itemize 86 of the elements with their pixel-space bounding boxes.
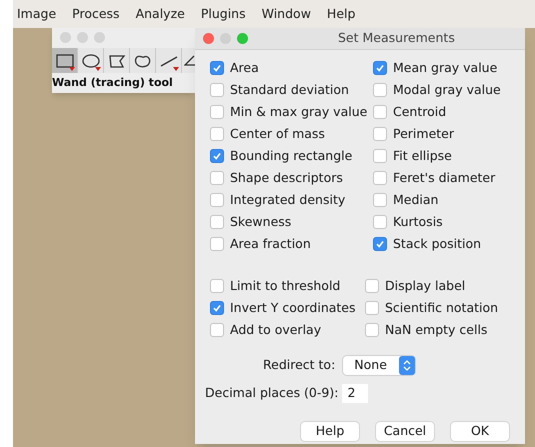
checkbox[interactable]	[210, 61, 224, 75]
menu-item[interactable]: Image	[17, 4, 56, 24]
checkbox-label: Limit to threshold	[230, 276, 340, 295]
window-control[interactable]	[94, 32, 105, 42]
window-control[interactable]	[77, 32, 88, 42]
checkbox[interactable]	[373, 83, 387, 97]
checkmark-icon	[212, 63, 222, 73]
tool-button[interactable]	[130, 48, 156, 73]
checkbox[interactable]	[373, 215, 387, 229]
dialog-button[interactable]: Cancel	[376, 422, 434, 441]
tool-button[interactable]	[182, 48, 195, 73]
checkbox[interactable]	[210, 301, 224, 315]
window-control[interactable]	[60, 32, 71, 42]
checkmark-icon	[375, 239, 385, 249]
checkbox[interactable]	[210, 83, 224, 97]
stepper-arrows-icon	[399, 356, 416, 375]
tool-button[interactable]	[52, 48, 78, 73]
checkmark-icon	[212, 303, 222, 313]
checkbox-label: Kurtosis	[393, 212, 443, 231]
checkbox[interactable]	[210, 127, 224, 141]
checkbox[interactable]	[210, 149, 224, 163]
polygon-icon	[108, 54, 126, 68]
checkbox-label: Perimeter	[393, 124, 454, 143]
window-title: Set Measurements	[338, 29, 455, 48]
zoom-button[interactable]	[237, 33, 248, 44]
dialog-button[interactable]: OK	[451, 422, 509, 441]
close-button[interactable]	[203, 33, 214, 44]
checkmark-icon	[212, 151, 222, 161]
dialog-button[interactable]: Help	[301, 422, 359, 441]
checkbox[interactable]	[373, 61, 387, 75]
checkbox-label: Add to overlay	[230, 320, 322, 339]
checkbox-label: Centroid	[393, 102, 446, 121]
checkbox[interactable]	[210, 193, 224, 207]
checkbox-label: Feret's diameter	[393, 168, 496, 187]
checkbox[interactable]	[373, 171, 387, 185]
checkbox[interactable]	[365, 279, 379, 293]
oval-icon	[82, 54, 100, 68]
checkbox-label: NaN empty cells	[385, 320, 488, 339]
rectangle-icon	[56, 54, 74, 68]
checkbox[interactable]	[365, 301, 379, 315]
menu-item[interactable]: Window	[262, 4, 311, 24]
checkmark-icon	[375, 63, 385, 73]
checkbox-label: Stack position	[393, 234, 482, 253]
checkbox-label: Integrated density	[230, 190, 346, 209]
checkbox[interactable]	[373, 105, 387, 119]
redirect-dropdown[interactable]: None	[343, 356, 416, 375]
freehand-icon	[134, 54, 152, 68]
menu-item[interactable]: Analyze	[136, 4, 185, 24]
tool-button[interactable]	[156, 48, 182, 73]
redirect-label: Redirect to:	[263, 356, 336, 374]
checkbox-label: Mean gray value	[393, 58, 498, 77]
tool-button[interactable]	[78, 48, 104, 73]
checkbox-label: Min & max gray value	[230, 102, 368, 121]
checkbox-label: Invert Y coordinates	[230, 298, 356, 317]
tool-button[interactable]	[104, 48, 130, 73]
checkbox-label: Area	[230, 58, 259, 77]
decimal-places-field[interactable]: 2	[342, 384, 368, 403]
checkbox-label: Scientific notation	[385, 298, 498, 317]
checkbox[interactable]	[210, 279, 224, 293]
menu-item[interactable]: Plugins	[200, 4, 246, 24]
checkbox[interactable]	[373, 237, 387, 251]
menu-item[interactable]: Help	[326, 4, 356, 24]
checkbox-label: Center of mass	[230, 124, 325, 143]
menu-item[interactable]: Process	[72, 4, 120, 24]
line-icon	[160, 54, 178, 68]
angle-icon	[184, 55, 195, 66]
checkbox-label: Skewness	[230, 212, 292, 231]
checkbox-label: Standard deviation	[230, 80, 349, 99]
checkbox-label: Display label	[385, 276, 466, 295]
checkbox[interactable]	[210, 215, 224, 229]
checkbox[interactable]	[210, 237, 224, 251]
checkbox-label: Area fraction	[230, 234, 311, 253]
checkbox[interactable]	[210, 105, 224, 119]
tool-status: Wand (tracing) tool	[52, 75, 173, 91]
checkbox[interactable]	[373, 193, 387, 207]
checkbox[interactable]	[365, 323, 379, 337]
checkbox-label: Median	[393, 190, 438, 209]
decimal-places-label: Decimal places (0-9):	[205, 384, 338, 402]
checkbox[interactable]	[373, 127, 387, 141]
checkbox-label: Fit ellipse	[393, 146, 452, 165]
checkbox-label: Bounding rectangle	[230, 146, 352, 165]
checkbox[interactable]	[210, 171, 224, 185]
checkbox[interactable]	[373, 149, 387, 163]
checkbox-label: Modal gray value	[393, 80, 501, 99]
checkbox-label: Shape descriptors	[230, 168, 343, 187]
checkbox[interactable]	[210, 323, 224, 337]
